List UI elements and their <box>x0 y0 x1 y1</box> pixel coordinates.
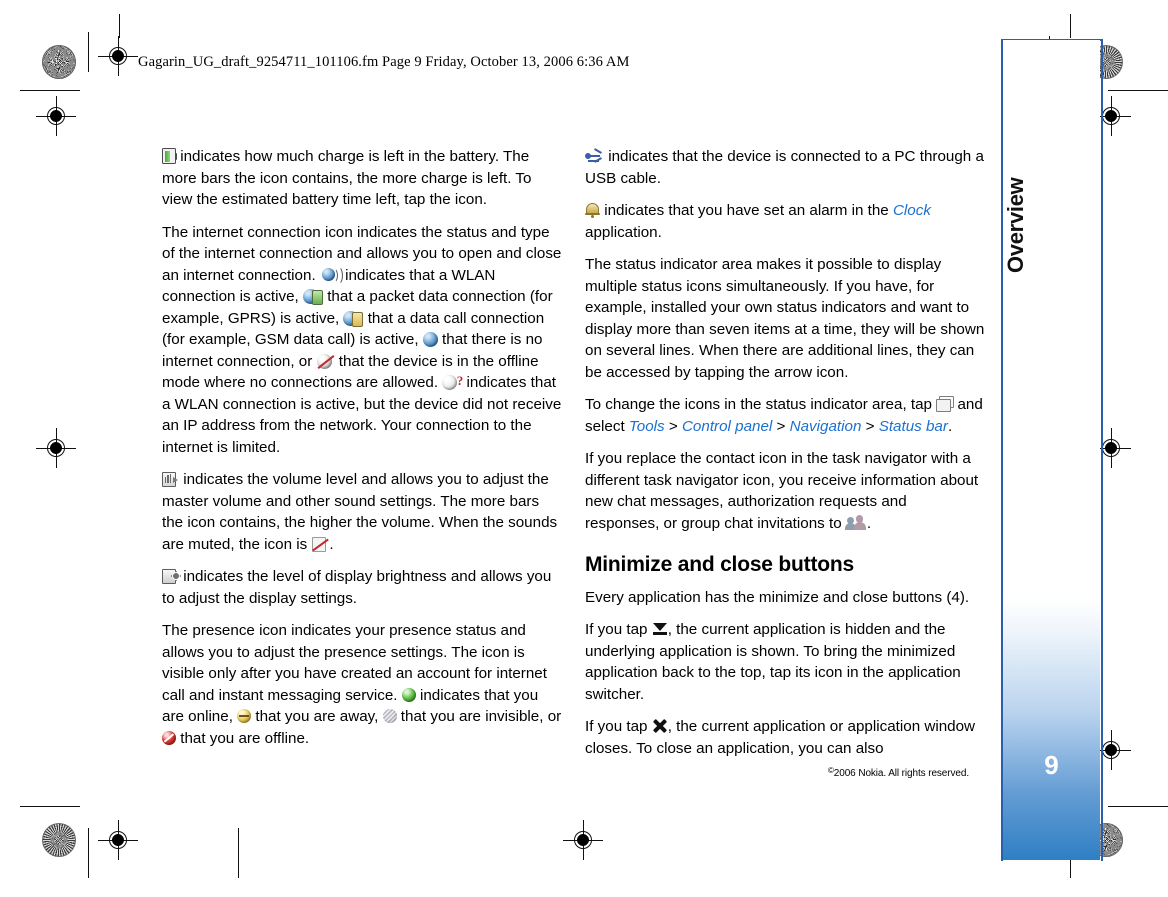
crop-line-top-right-v <box>1070 14 1071 38</box>
paragraph-status-indicator-area: The status indicator area makes it possi… <box>585 256 985 381</box>
link-tools[interactable]: Tools <box>629 418 665 435</box>
battery-icon <box>162 148 178 164</box>
data-call-icon <box>343 310 364 327</box>
link-navigation[interactable]: Navigation <box>790 418 862 435</box>
registration-mark-bottom-left <box>98 820 138 860</box>
paragraph-volume: indicates the volume level and allows yo… <box>162 471 558 553</box>
wlan-no-ip-icon: ? <box>442 374 463 390</box>
crop-line-bottom-left-h <box>20 806 80 807</box>
minimize-button-icon <box>652 623 668 636</box>
link-status-bar[interactable]: Status bar <box>879 418 948 435</box>
paragraph-presence: The presence icon indicates your presenc… <box>162 622 562 747</box>
presence-invisible-icon <box>382 709 397 723</box>
crop-line-top-left-v2 <box>88 32 89 72</box>
group-chat-contacts-icon <box>844 515 867 531</box>
paragraph-change-icons: To change the icons in the status indica… <box>585 396 983 435</box>
crop-line-top-left-v <box>119 14 120 38</box>
link-control-panel[interactable]: Control panel <box>682 418 772 435</box>
presence-online-icon <box>401 687 416 702</box>
chapter-tab-label: Overview <box>1003 177 1028 273</box>
paragraph-contact-icon: If you replace the contact icon in the t… <box>585 450 979 532</box>
page-number: 9 <box>1044 750 1059 780</box>
registration-mark-top-left <box>98 36 138 76</box>
no-internet-connection-icon <box>422 331 438 347</box>
copyright-text: 2006 Nokia. All rights reserved. <box>833 768 970 779</box>
page-frame-right-rule <box>1101 39 1103 861</box>
paragraph-brightness: indicates the level of display brightnes… <box>162 568 552 607</box>
usb-icon <box>585 148 604 163</box>
link-clock[interactable]: Clock <box>893 202 931 219</box>
registration-mark-mid-left <box>36 96 76 136</box>
offline-mode-icon <box>316 353 335 369</box>
wlan-active-icon <box>320 265 343 285</box>
volume-icon <box>162 471 179 487</box>
paragraph-battery: indicates how much charge is left in the… <box>162 148 532 208</box>
close-button-icon <box>652 718 668 734</box>
mute-icon <box>311 536 330 552</box>
section-heading-minimize-close: Minimize and close buttons <box>585 553 854 576</box>
paragraph-usb: indicates that the device is connected t… <box>585 148 984 187</box>
crop-line-bottom-center-v <box>238 828 239 878</box>
status-bar-window-icon <box>936 396 955 412</box>
crop-line-bottom-left-v <box>88 828 89 878</box>
crop-line-left-h <box>20 90 80 91</box>
presence-offline-icon <box>162 730 176 745</box>
body-column-left: indicates how much charge is left in the… <box>162 146 562 760</box>
alarm-bell-icon <box>585 202 600 218</box>
crop-line-right-h <box>1108 90 1168 91</box>
presence-away-icon <box>237 709 252 723</box>
paragraph-close: If you tap , the current application or … <box>585 718 976 757</box>
copyright-notice: ©2006 Nokia. All rights reserved. <box>828 766 969 779</box>
file-info-header: Gagarin_UG_draft_9254711_101106.fm Page … <box>138 54 630 70</box>
crop-line-bottom-right-h <box>1108 806 1168 807</box>
print-rosette-bottom-left <box>42 823 76 857</box>
print-rosette-top-left <box>42 45 76 79</box>
packet-data-icon <box>302 288 323 305</box>
registration-mark-bottom-center <box>563 820 603 860</box>
paragraph-minimize: If you tap , the current application is … <box>585 621 961 703</box>
display-brightness-icon <box>162 568 179 584</box>
paragraph-internet-connection: The internet connection icon indicates t… <box>162 223 562 456</box>
registration-mark-left-center <box>36 428 76 468</box>
body-column-right: indicates that the device is connected t… <box>585 146 985 770</box>
paragraph-alarm: indicates that you have set an alarm in … <box>585 202 931 241</box>
paragraph-every-application: Every application has the minimize and c… <box>585 588 970 606</box>
